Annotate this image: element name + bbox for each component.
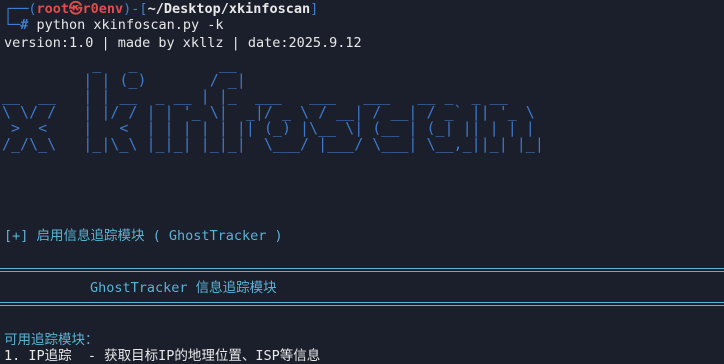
command-text: python xkinfoscan.py -k: [28, 17, 224, 33]
available-modules-label: 可用追踪模块：: [4, 332, 99, 348]
prompt-line: ┌──(root㉿r0env)-[~/Desktop/xkinfoscan]: [4, 1, 318, 17]
prompt-frame-open: ┌──(: [4, 1, 37, 17]
module-list-item: 1. IP追踪 - 获取目标IP的地理位置、ISP等信息: [4, 348, 321, 364]
command-line: └─# python xkinfoscan.py -k: [4, 17, 223, 33]
prompt-cwd: ~/Desktop/xkinfoscan: [147, 1, 311, 17]
info-line: [+] 启用信息追踪模块 ( GhostTracker ): [4, 228, 283, 244]
double-rule-top: [0, 268, 724, 272]
prompt-user-host: root㉿r0env: [36, 1, 124, 17]
prompt-frame-second: └─: [4, 17, 21, 33]
module-title: GhostTracker 信息追踪模块: [90, 280, 277, 296]
version-line: version:1.0 | made by xkllz | date:2025.…: [4, 35, 362, 51]
double-rule-bottom: [0, 302, 724, 306]
prompt-frame-close: ]: [310, 1, 319, 17]
ascii-banner: _ _ __ | | (_) / _| __ __ | | __ _ __ | …: [2, 55, 544, 153]
prompt-frame-mid: )-[: [123, 1, 148, 17]
